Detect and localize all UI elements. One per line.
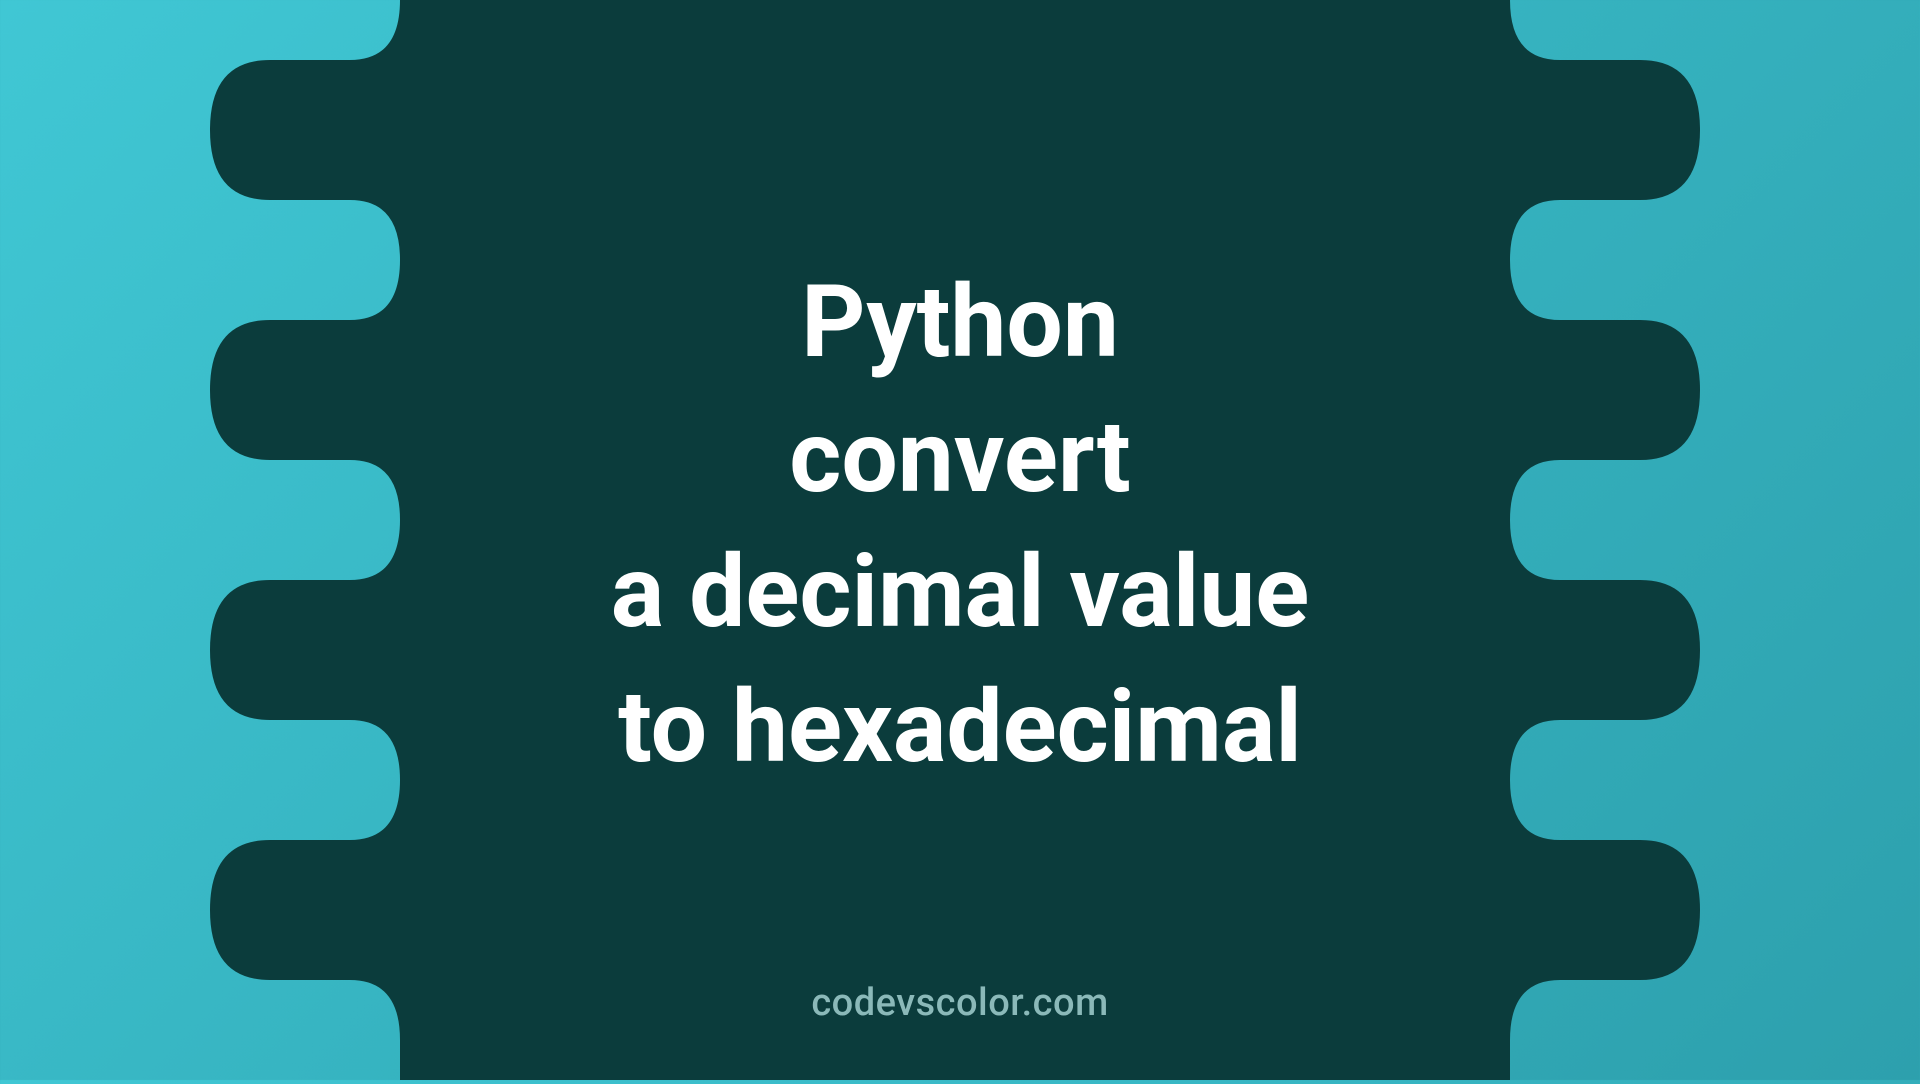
- title-line-3: a decimal value: [611, 534, 1310, 651]
- content-container: Python convert a decimal value to hexade…: [0, 0, 1920, 1080]
- main-title: Python convert a decimal value to hexade…: [611, 255, 1310, 795]
- title-line-1: Python: [801, 264, 1119, 381]
- watermark-text: codevscolor.com: [811, 981, 1108, 1025]
- title-line-4: to hexadecimal: [618, 669, 1302, 786]
- title-line-2: convert: [789, 399, 1131, 516]
